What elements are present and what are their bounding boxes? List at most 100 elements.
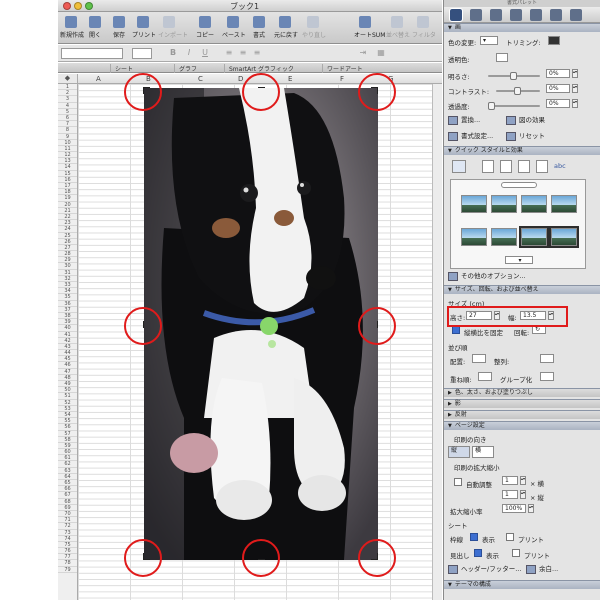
format-painter-button[interactable]: 書式 (248, 14, 270, 42)
style-type-3-icon[interactable] (500, 160, 512, 173)
border-icon[interactable]: ▦ (376, 48, 386, 59)
contrast-knob[interactable] (514, 87, 521, 95)
column-header-d[interactable]: D (238, 75, 243, 83)
column-header-a[interactable]: A (96, 75, 101, 83)
style-type-2-icon[interactable] (482, 160, 494, 173)
zoom-window-button[interactable] (85, 2, 93, 10)
order-icon[interactable] (478, 372, 492, 381)
copy-button[interactable]: コピー (194, 14, 216, 42)
toolbox-icon[interactable] (570, 9, 582, 21)
row-header[interactable]: 79 (58, 567, 77, 573)
align-center-icon[interactable]: ≡ (238, 48, 248, 59)
italic-icon[interactable]: I (184, 48, 194, 59)
close-window-button[interactable] (63, 2, 71, 10)
formula-builder-icon[interactable] (490, 9, 502, 21)
indent-icon[interactable]: ⇥ (358, 48, 368, 59)
brightness-knob[interactable] (510, 72, 517, 80)
inserted-puppy-photo[interactable] (144, 88, 378, 560)
transparent-color-icon[interactable] (496, 53, 508, 62)
portrait-button[interactable]: 縦 (448, 446, 470, 458)
scrapbook-icon[interactable] (510, 9, 522, 21)
other-options-button[interactable]: その他のオプション... (448, 271, 526, 282)
undo-button[interactable]: 元に戻す (274, 14, 298, 42)
fit-to-checkbox[interactable] (454, 478, 462, 486)
format-settings-button[interactable]: 書式設定... (448, 131, 493, 142)
style-thumbnail-1[interactable] (461, 195, 487, 213)
headings-print-checkbox[interactable] (512, 549, 520, 557)
compatibility-icon[interactable] (550, 9, 562, 21)
style-type-5-icon[interactable] (536, 160, 548, 173)
section-theme[interactable]: ▼ テーマの構成 (444, 580, 600, 589)
style-thumbnail-6[interactable] (491, 228, 517, 246)
margins-button[interactable]: 余白... (526, 564, 558, 575)
minimize-window-button[interactable] (74, 2, 82, 10)
brightness-slider[interactable] (488, 72, 540, 80)
new-button[interactable]: 新規作成 (60, 14, 84, 42)
align-left-icon[interactable]: ≡ (224, 48, 234, 59)
style-type-1-icon[interactable] (452, 160, 466, 173)
zoom-input[interactable]: 100% (502, 504, 526, 513)
redo-button[interactable]: やり直し (302, 14, 326, 42)
font-name-select[interactable] (61, 48, 123, 59)
color-change-select[interactable]: ▾ (480, 36, 498, 45)
zoom-stepper[interactable]: ▴▾ (528, 504, 534, 513)
gallery-expand-button[interactable]: ▾ (505, 256, 533, 264)
tab-sheet[interactable]: シート (110, 64, 137, 73)
align-icon[interactable] (472, 354, 486, 363)
column-header-e[interactable]: E (288, 75, 292, 83)
section-image[interactable]: ▼ 画 (444, 23, 600, 32)
transparency-value[interactable]: 0% (546, 99, 570, 108)
section-shadow[interactable]: ▶ 影 (444, 399, 600, 408)
contrast-value[interactable]: 0% (546, 84, 570, 93)
paste-button[interactable]: ペースト (222, 14, 246, 42)
picture-effects-button[interactable]: 図の効果 (506, 115, 545, 126)
align-right-icon[interactable]: ≡ (252, 48, 262, 59)
tab-wordart[interactable]: ワードアート (322, 64, 367, 73)
lock-aspect-checkbox[interactable] (452, 326, 460, 334)
import-button[interactable]: インポート (158, 14, 188, 42)
open-button[interactable]: 開く (84, 14, 106, 42)
object-palette-icon[interactable] (470, 9, 482, 21)
fit-height-stepper[interactable]: ▴▾ (520, 490, 526, 499)
contrast-slider[interactable] (496, 87, 540, 95)
column-header-f[interactable]: F (340, 75, 344, 83)
vertical-scrollbar[interactable] (432, 84, 442, 600)
style-thumbnail-4[interactable] (551, 195, 577, 213)
section-size-rotation[interactable]: ▼ サイズ、回転、および並べ替え (444, 285, 600, 294)
transparency-knob[interactable] (488, 102, 495, 110)
text-style-icon[interactable]: abc (554, 162, 566, 170)
section-reflection[interactable]: ▶ 反射 (444, 410, 600, 419)
fit-height-input[interactable]: 1 (502, 490, 518, 499)
style-thumbnail-5[interactable] (461, 228, 487, 246)
contrast-stepper[interactable]: ▴▾ (572, 84, 578, 93)
tab-chart[interactable]: グラフ (174, 64, 201, 73)
print-button[interactable]: プリント (132, 14, 156, 42)
replace-button[interactable]: 置換... (448, 115, 480, 126)
headings-show-checkbox[interactable] (474, 549, 482, 557)
autosum-button[interactable]: オートSUM (354, 14, 385, 42)
section-page-setup[interactable]: ▼ ページ設定 (444, 421, 600, 430)
header-footer-button[interactable]: ヘッダー/フッター... (448, 564, 521, 575)
gridlines-show-checkbox[interactable] (470, 533, 478, 541)
section-color-line-fill[interactable]: ▶ 色、太さ、および塗りつぶし (444, 388, 600, 397)
column-header-c[interactable]: C (198, 75, 203, 83)
brightness-value[interactable]: 0% (546, 69, 570, 78)
distribute-icon[interactable] (540, 354, 554, 363)
crop-icon[interactable] (548, 36, 560, 45)
gridlines-print-checkbox[interactable] (506, 533, 514, 541)
select-all-corner[interactable]: ◆ (58, 74, 78, 84)
landscape-button[interactable]: 横 (472, 446, 494, 458)
formatting-palette-icon[interactable] (449, 8, 463, 22)
underline-icon[interactable]: U (200, 48, 210, 59)
transparency-stepper[interactable]: ▴▾ (572, 99, 578, 108)
style-thumbnail-8[interactable] (549, 226, 579, 248)
filter-button[interactable]: フィルタ (412, 14, 436, 42)
section-quick-styles[interactable]: ▼ クイック スタイルと効果 (444, 146, 600, 155)
reference-icon[interactable] (530, 9, 542, 21)
window-titlebar[interactable]: ブック1 (58, 0, 442, 12)
bold-icon[interactable]: B (168, 48, 178, 59)
fit-width-stepper[interactable]: ▴▾ (520, 476, 526, 485)
style-thumbnail-3[interactable] (521, 195, 547, 213)
fit-width-input[interactable]: 1 (502, 476, 518, 485)
font-size-select[interactable] (132, 48, 152, 59)
